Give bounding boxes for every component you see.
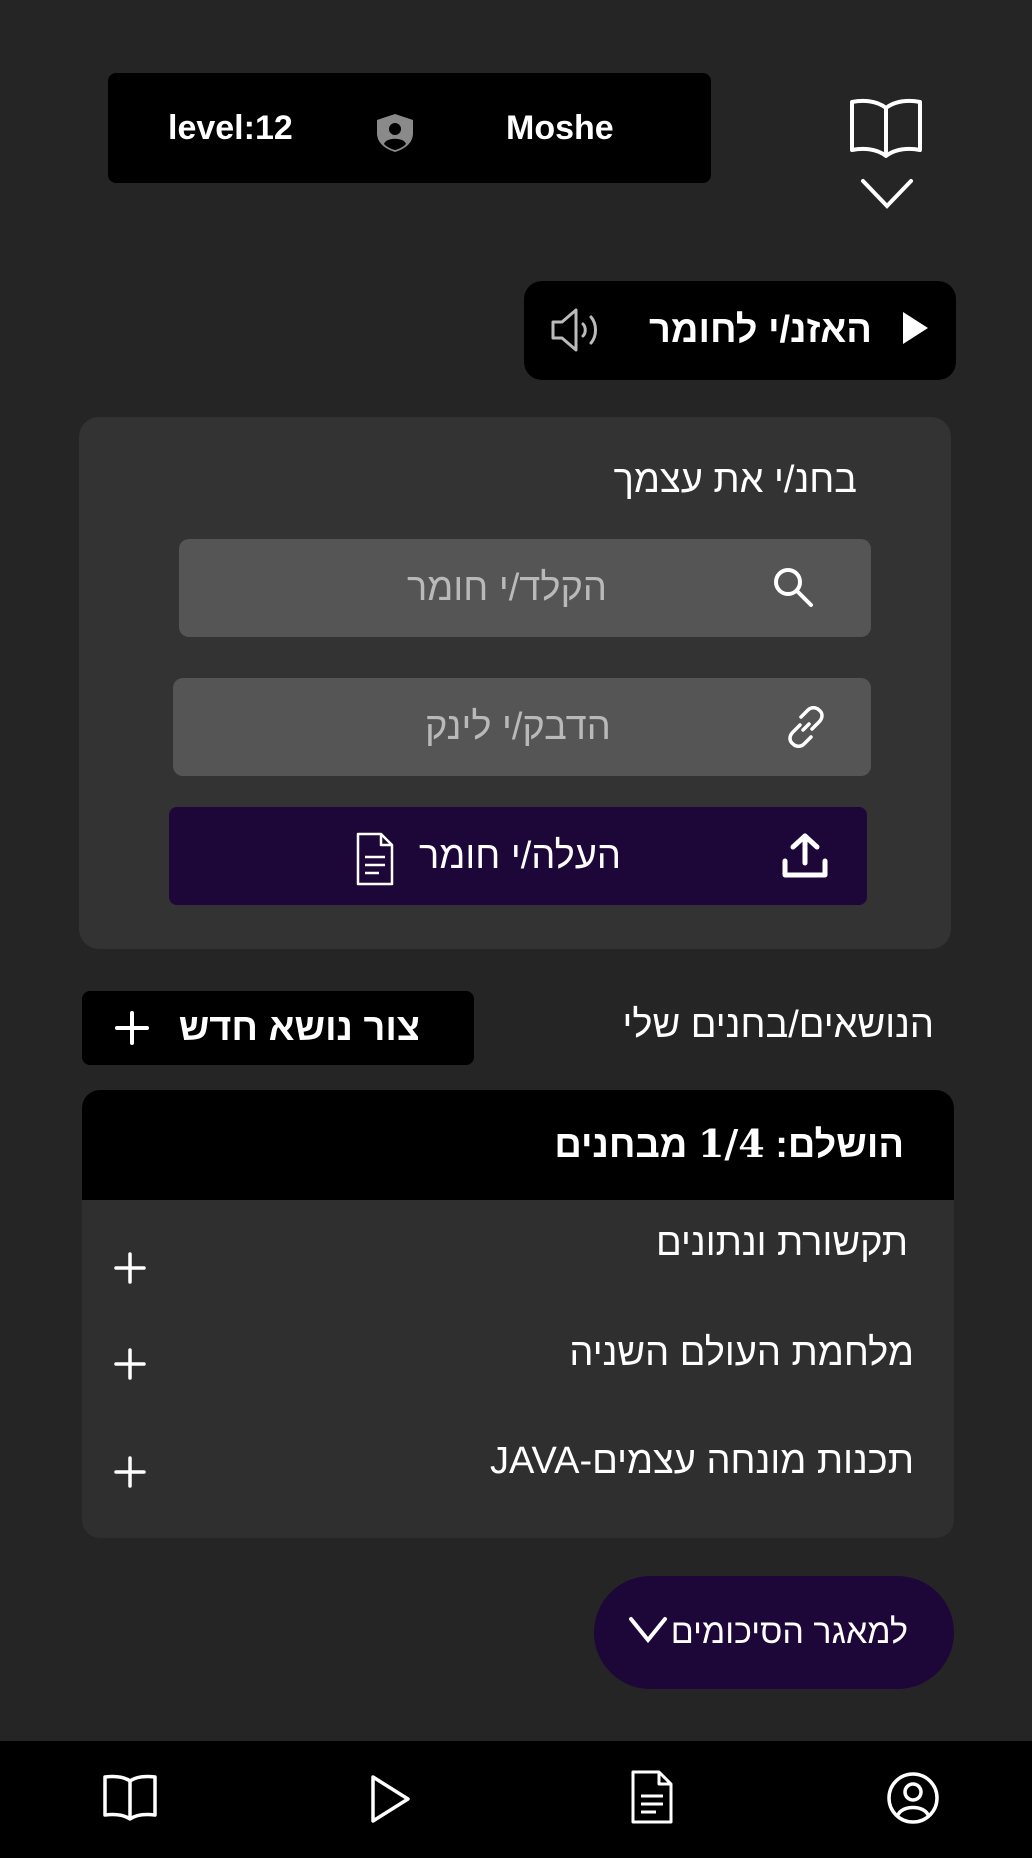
topic-row[interactable]: תקשורת ונתונים	[82, 1212, 954, 1312]
summaries-label: למאגר הסיכומים	[670, 1613, 908, 1651]
completed-suffix: מבחנים	[554, 1124, 688, 1166]
play-icon[interactable]	[368, 1773, 412, 1825]
topic-row[interactable]: מלחמת העולם השניה	[82, 1312, 954, 1412]
level-text: level:12	[168, 109, 293, 147]
document-icon[interactable]	[630, 1769, 674, 1825]
listen-to-material-button[interactable]: האזנ/י לחומר	[524, 281, 956, 380]
listen-label: האזנ/י לחומר	[649, 309, 872, 351]
chevron-down-icon	[629, 1617, 667, 1644]
completed-header: הושלם: 1/4 מבחנים	[82, 1090, 954, 1200]
create-topic-button[interactable]: צור נושא חדש	[82, 991, 474, 1065]
link-input[interactable]: הדבק/י לינק	[425, 678, 611, 776]
shield-user-icon	[377, 114, 413, 152]
link-field[interactable]: הדבק/י לינק	[173, 678, 871, 776]
topics-list: הושלם: 1/4 מבחנים תקשורת ונתונים מלחמת ה…	[82, 1090, 954, 1538]
test-yourself-title: בחנ/י את עצמך	[613, 459, 857, 501]
plus-icon[interactable]	[112, 1250, 148, 1286]
topic-label: מלחמת העולם השניה	[569, 1332, 914, 1374]
topic-row[interactable]: תכנות מונחה עצמים-JAVA	[82, 1420, 954, 1520]
profile-bar[interactable]: level:12 Moshe	[108, 73, 711, 183]
book-icon[interactable]	[102, 1773, 158, 1821]
search-input[interactable]: הקלד/י חומר	[407, 539, 607, 637]
document-icon	[356, 832, 394, 886]
link-icon	[788, 706, 824, 748]
user-icon[interactable]	[886, 1771, 940, 1825]
upload-icon	[782, 833, 828, 878]
speaker-icon	[551, 308, 597, 352]
play-icon	[903, 312, 928, 344]
test-yourself-card: בחנ/י את עצמך הקלד/י חומר הדבק/י לינק הע…	[79, 417, 951, 949]
plus-icon[interactable]	[112, 1454, 148, 1490]
username: Moshe	[506, 109, 614, 147]
upload-label: העלה/י חומר	[419, 835, 621, 877]
search-icon	[774, 568, 813, 607]
my-topics-heading: הנושאים/בחנים שלי	[622, 1004, 935, 1046]
plus-icon[interactable]	[112, 1346, 148, 1382]
book-icon[interactable]	[848, 96, 924, 160]
upload-material-button[interactable]: העלה/י חומר	[169, 807, 867, 905]
topic-label: תקשורת ונתונים	[656, 1222, 908, 1264]
completed-fraction: 1/4	[697, 1121, 765, 1166]
create-topic-label: צור נושא חדש	[178, 1007, 420, 1049]
completed-prefix: הושלם:	[775, 1124, 904, 1166]
topic-label: תכנות מונחה עצמים-JAVA	[490, 1440, 914, 1482]
bottom-nav	[0, 1741, 1032, 1858]
plus-icon	[115, 1011, 149, 1045]
summaries-repository-button[interactable]: למאגר הסיכומים	[594, 1576, 954, 1689]
completed-status: הושלם: 1/4 מבחנים	[554, 1090, 904, 1199]
chevron-down-icon[interactable]	[860, 178, 914, 210]
search-field[interactable]: הקלד/י חומר	[179, 539, 871, 637]
